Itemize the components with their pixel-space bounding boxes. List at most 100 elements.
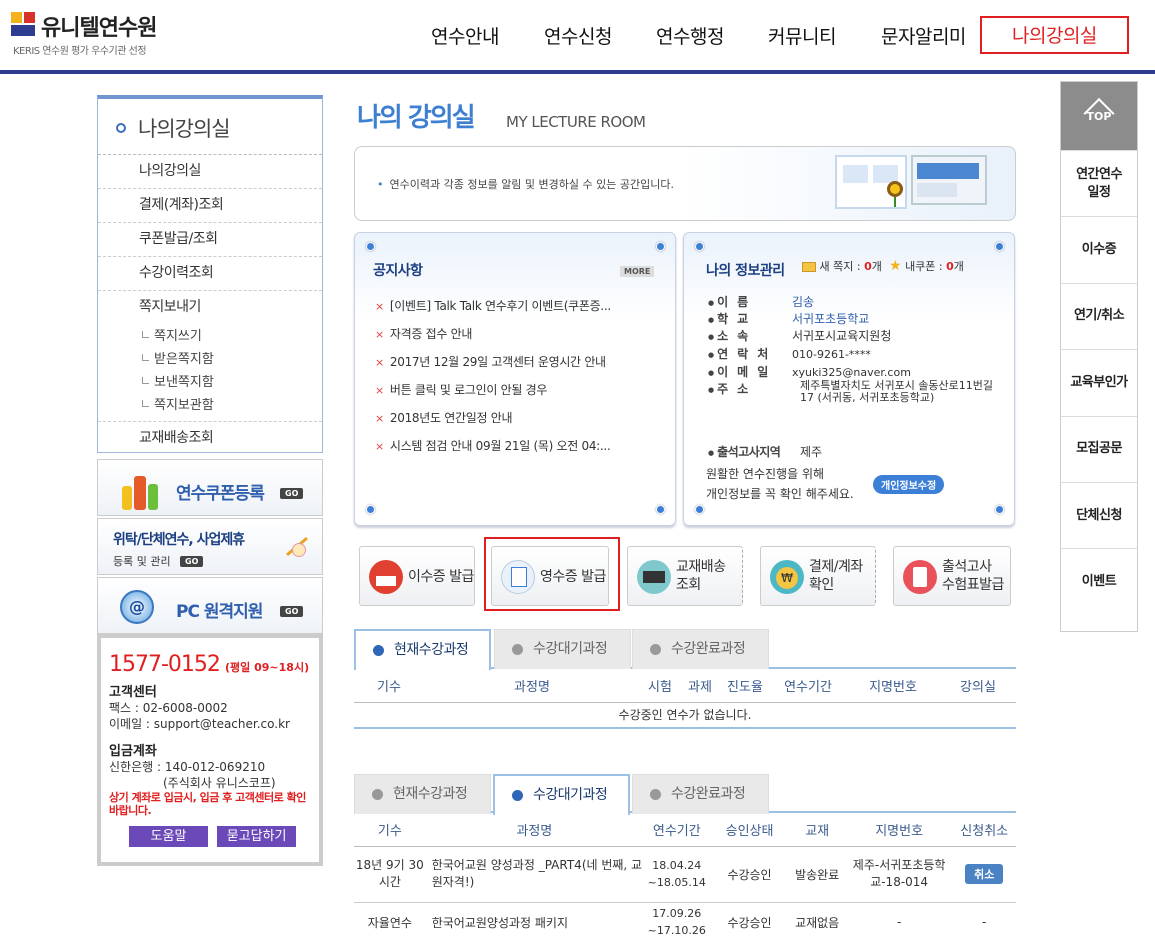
page-title-en: MY LECTURE ROOM — [506, 113, 646, 131]
info-school: 학교서귀포초등학교 — [708, 310, 869, 327]
menu-write-message[interactable]: 쪽지쓰기 — [98, 325, 322, 348]
notice-item[interactable]: 버튼 클릭 및 로그인이 안될 경우 — [375, 381, 650, 398]
nav-community[interactable]: 커뮤니티 — [768, 22, 836, 49]
info-address: 주소제주특별자치도 서귀포시 솔동산로11번길 17 (서귀동, 서귀포초등학교… — [708, 380, 998, 404]
nav-apply[interactable]: 연수신청 — [544, 22, 612, 49]
col-term: 기수 — [354, 813, 426, 847]
cell-course[interactable]: 한국어교원 양성과정 _PART4(네 번째, 교원자격!) — [426, 846, 643, 902]
menu-archive[interactable]: 쪽지보관함 — [98, 394, 322, 417]
cs-fax: 팩스 : 02-6008-0002 — [109, 701, 228, 715]
sidebar-group-application[interactable]: 단체신청 — [1061, 481, 1137, 548]
bottles-icon — [122, 472, 162, 510]
pin-icon — [656, 505, 665, 514]
course-tabs-waiting: 현재수강과정 수강대기과정 수강완료과정 — [354, 774, 1016, 815]
menu-history[interactable]: 수강이력조회 — [98, 257, 322, 291]
menu-my-lecture-room[interactable]: 나의강의실 — [98, 155, 322, 189]
top-button[interactable]: TOP — [1061, 82, 1137, 150]
col-exam: 시험 — [640, 669, 680, 703]
logo-subtitle: KERIS 연수원 평가 우수기관 선정 — [13, 46, 147, 57]
table-row: 수강중인 연수가 없습니다. — [354, 702, 1016, 729]
tab-completed-courses[interactable]: 수강완료과정 — [632, 774, 769, 814]
qna-button[interactable]: 묻고답하기 — [217, 826, 297, 847]
sidebar-recruitment-notice[interactable]: 모집공문 — [1061, 415, 1137, 482]
star-icon: ★ — [889, 258, 902, 274]
book-delivery-button[interactable]: 교재배송 조회 — [627, 546, 743, 606]
cancel-button[interactable]: 취소 — [965, 864, 1004, 884]
cs-email[interactable]: 이메일 : support@teacher.co.kr — [109, 716, 311, 732]
notice-title: 공지사항 — [373, 263, 423, 279]
tab-current-courses[interactable]: 현재수강과정 — [354, 629, 491, 670]
menu-inbox[interactable]: 받은쪽지함 — [98, 348, 322, 371]
col-task: 과제 — [680, 669, 720, 703]
certificate-icon — [369, 560, 403, 594]
edit-profile-button[interactable]: 개인정보수정 — [873, 475, 945, 494]
left-menu: 나의강의실 나의강의실 결제(계좌)조회 쿠폰발급/조회 수강이력조회 쪽지보내… — [97, 95, 323, 453]
payment-check-button[interactable]: ₩ 결제/계좌 확인 — [760, 546, 876, 606]
info-exam-region: 출석고사지역제주 — [708, 443, 822, 460]
more-button[interactable]: MORE — [620, 266, 655, 277]
exam-ticket-button[interactable]: 출석고사 수험표발급 — [893, 546, 1011, 606]
cs-hours: (평일 09~18시) — [225, 661, 310, 674]
tab-current-courses[interactable]: 현재수강과정 — [354, 774, 491, 814]
coupon-register-banner[interactable]: 연수쿠폰등록 GO — [97, 459, 323, 516]
nav-admin[interactable]: 연수행정 — [656, 22, 724, 49]
tab-waiting-courses[interactable]: 수강대기과정 — [494, 629, 631, 669]
logo-title[interactable]: 유니텔연수원 — [41, 10, 157, 42]
notice-item[interactable]: [이벤트] Talk Talk 연수후기 이벤트(쿠폰증... — [375, 297, 650, 314]
col-course: 과정명 — [424, 669, 640, 703]
cell-status: 수강승인 — [727, 915, 772, 930]
tab-waiting-courses[interactable]: 수강대기과정 — [493, 774, 630, 815]
group-training-banner[interactable]: 위탁/단체연수, 사업제휴 등록 및 관리 GO — [97, 518, 323, 575]
pc-remote-label: PC 원격지원 — [176, 602, 263, 622]
tab-completed-courses[interactable]: 수강완료과정 — [632, 629, 769, 669]
col-classroom: 강의실 — [940, 669, 1016, 703]
cell-course[interactable]: 한국어교원양성과정 패키지 — [426, 902, 643, 942]
page-title: 나의 강의실 — [357, 103, 476, 133]
account-title: 입금계좌 — [109, 744, 157, 759]
notice-item[interactable]: 2017년 12월 29일 고객센터 운영시간 안내 — [375, 353, 650, 370]
message-count[interactable]: 새 쪽지 : 0개 — [802, 258, 882, 274]
group-training-sub: 등록 및 관리 — [113, 555, 171, 568]
cell-cancel: 취소 — [952, 846, 1016, 902]
notice-item[interactable]: 2018년도 연간일정 안내 — [375, 409, 650, 426]
cs-title: 고객센터 — [109, 685, 157, 700]
cell-book: 발송완료 — [795, 867, 840, 882]
pc-remote-banner[interactable]: @ PC 원격지원 GO — [97, 577, 323, 634]
nav-my-lecture-room[interactable]: 나의강의실 — [980, 16, 1129, 54]
menu-payment[interactable]: 결제(계좌)조회 — [98, 189, 322, 223]
info-notice-2: 개인정보를 꼭 확인 해주세요. — [706, 487, 854, 501]
sidebar-certificate[interactable]: 이수증 — [1061, 216, 1137, 282]
coupon-count[interactable]: ★ 내쿠폰 : 0개 — [889, 258, 964, 274]
customer-center-box: 1577-0152 (평일 09~18시) 고객센터 팩스 : 02-6008-… — [97, 634, 323, 866]
up-arrow-icon — [1083, 97, 1115, 130]
menu-send-message[interactable]: 쪽지보내기 — [98, 291, 322, 325]
group-training-label: 위탁/단체연수, 사업제휴 — [113, 532, 245, 548]
notice-item[interactable]: 자격증 접수 안내 — [375, 325, 650, 342]
menu-book-delivery[interactable]: 교재배송조회 — [98, 422, 322, 456]
highlight-box — [484, 537, 620, 611]
logo-icon[interactable] — [11, 12, 35, 36]
notice-item[interactable]: 시스템 점검 안내 09월 21일 (목) 오전 04:... — [375, 437, 650, 454]
table-header-row: 기수 과정명 연수기간 승인상태 교재 지명번호 신청취소 — [354, 813, 1016, 847]
nav-training-info[interactable]: 연수안내 — [431, 22, 499, 49]
account-holder: (주식회사 유니스코프) — [163, 776, 276, 790]
my-info-panel: 나의 정보관리 새 쪽지 : 0개 ★ 내쿠폰 : 0개 이름김송 학교서귀포초… — [683, 232, 1015, 526]
pencil-figure-icon — [278, 527, 312, 569]
nav-sms[interactable]: 문자알리미 — [881, 22, 966, 49]
certificate-issue-button[interactable]: 이수증 발급 — [359, 546, 475, 606]
help-button[interactable]: 도움말 — [129, 826, 208, 847]
menu-sent[interactable]: 보낸쪽지함 — [98, 371, 322, 394]
sidebar-postpone-cancel[interactable]: 연기/취소 — [1061, 282, 1137, 349]
sidebar-ministry-approval[interactable]: 교육부인가 — [1061, 349, 1137, 415]
sidebar-event[interactable]: 이벤트 — [1061, 548, 1137, 614]
cell-term: 자율연수 — [367, 915, 412, 930]
cell-book: 교재없음 — [795, 915, 840, 930]
cell-period: 17.09.26 ~17.10.26 — [647, 907, 706, 938]
menu-coupon[interactable]: 쿠폰발급/조회 — [98, 223, 322, 257]
info-notice-1: 원활한 연수진행을 위해 — [706, 467, 825, 481]
col-designation: 지명번호 — [845, 813, 953, 847]
sidebar-annual-schedule[interactable]: 연간연수 일정 — [1061, 150, 1137, 216]
pin-icon — [695, 242, 704, 251]
info-phone: 연락처010-9261-**** — [708, 345, 871, 362]
cs-phone: 1577-0152 — [109, 652, 221, 677]
